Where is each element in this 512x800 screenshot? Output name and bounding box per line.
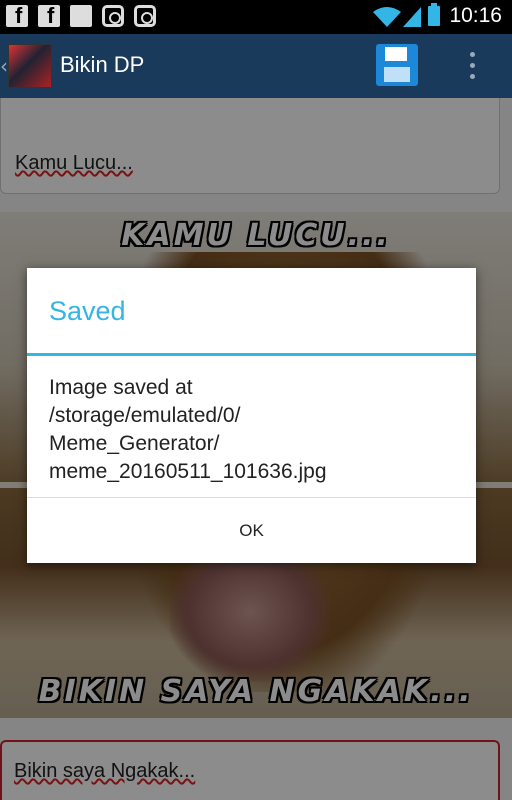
- wifi-icon: [373, 7, 401, 27]
- facebook-icon: f: [38, 3, 60, 28]
- dialog-title: Saved: [49, 296, 126, 326]
- instagram-icon: [102, 5, 124, 27]
- app-icon[interactable]: [8, 44, 52, 88]
- dialog-message-line: meme_20160511_101636.jpg: [49, 460, 327, 483]
- facebook-icon: f: [6, 3, 28, 28]
- instagram-icon: [134, 5, 156, 27]
- dialog-message-line: Image saved at: [49, 376, 193, 399]
- battery-icon: [428, 3, 440, 26]
- status-bar: f f 10:16: [0, 0, 512, 34]
- saved-dialog: Saved Image saved at /storage/emulated/0…: [27, 268, 476, 563]
- page-title: Bikin DP: [60, 52, 145, 77]
- save-button[interactable]: [376, 44, 418, 86]
- action-bar: ‹ Bikin DP: [0, 34, 512, 98]
- gmail-icon: [70, 5, 92, 27]
- overflow-menu-button[interactable]: [462, 48, 482, 84]
- cell-signal-icon: [403, 7, 421, 27]
- ok-button[interactable]: OK: [27, 498, 476, 563]
- dialog-message: Image saved at /storage/emulated/0/ Meme…: [49, 374, 459, 486]
- dialog-title-divider: [27, 353, 476, 356]
- up-caret-icon[interactable]: ‹: [0, 54, 8, 78]
- dialog-message-line: /storage/emulated/0/: [49, 404, 241, 427]
- clock: 10:16: [449, 4, 502, 27]
- dialog-message-line: Meme_Generator/: [49, 432, 220, 455]
